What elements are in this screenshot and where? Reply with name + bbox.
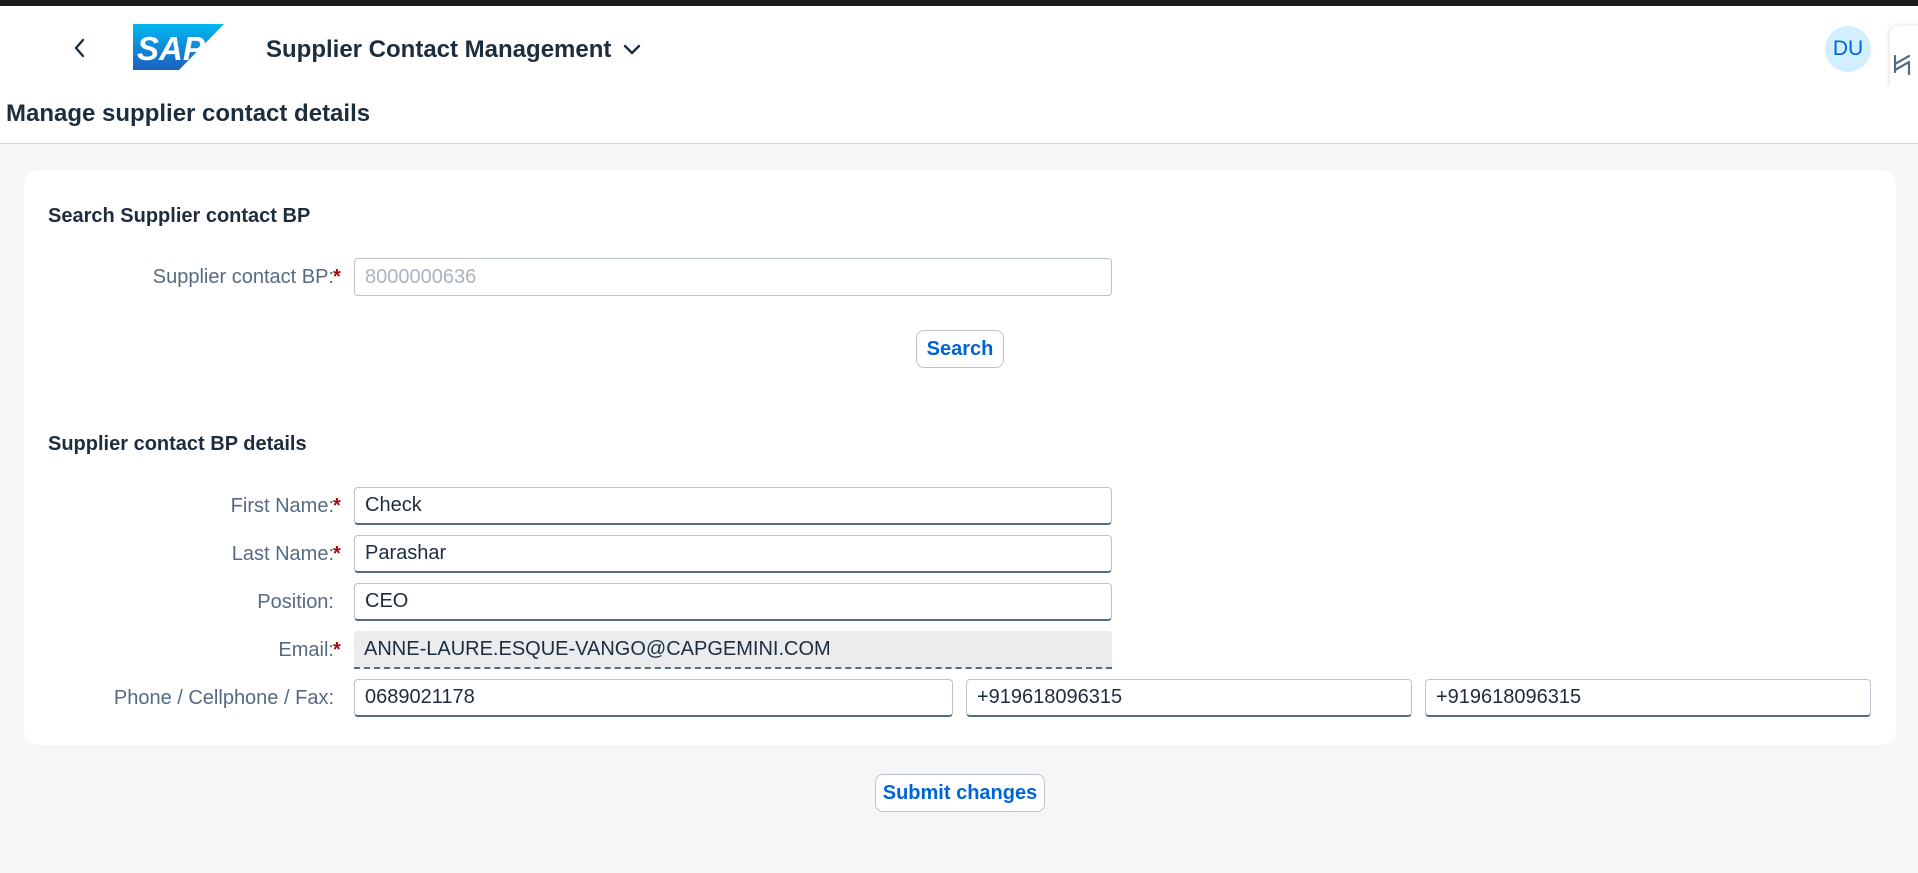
supplier-bp-input[interactable] [354, 258, 1112, 296]
position-label: Position: [257, 591, 334, 613]
fax-input[interactable] [1425, 679, 1871, 717]
back-button[interactable] [62, 30, 98, 66]
app-title-menu[interactable]: Supplier Contact Management [266, 32, 641, 68]
phone-input[interactable] [354, 679, 953, 717]
last-name-label: Last Name: [231, 543, 334, 565]
last-name-input[interactable] [354, 535, 1112, 573]
details-section-title: Supplier contact BP details [48, 433, 307, 455]
first-name-label: First Name: [230, 495, 334, 517]
sap-logo: SAP [133, 24, 224, 70]
search-button[interactable]: Search [916, 330, 1004, 368]
chevron-left-icon [74, 38, 85, 58]
contact-form-card: Search Supplier contact BP Supplier cont… [24, 170, 1896, 745]
supplier-bp-label: Supplier contact BP: [152, 266, 334, 288]
required-marker: * [333, 639, 341, 661]
cellphone-input[interactable] [966, 679, 1412, 717]
svg-text:SAP: SAP [137, 30, 206, 67]
email-label: Email: [278, 639, 334, 661]
app-title: Supplier Contact Management [266, 36, 612, 63]
required-marker: * [333, 266, 341, 288]
first-name-input[interactable] [354, 487, 1112, 525]
page-header: Manage supplier contact details [0, 86, 1918, 144]
required-marker: * [333, 495, 341, 517]
position-input[interactable] [354, 583, 1112, 621]
search-section-title: Search Supplier contact BP [48, 205, 311, 227]
page-title: Manage supplier contact details [6, 100, 371, 127]
user-avatar[interactable]: DU [1825, 26, 1871, 72]
submit-changes-button[interactable]: Submit changes [875, 774, 1045, 812]
shell-bar: SAP Supplier Contact Management DU [0, 6, 1918, 100]
required-marker: * [333, 543, 341, 565]
email-field[interactable] [354, 631, 1112, 669]
chevron-down-icon [624, 44, 641, 55]
collapse-panel-icon [1893, 54, 1911, 76]
phone-label: Phone / Cellphone / Fax: [113, 687, 334, 709]
